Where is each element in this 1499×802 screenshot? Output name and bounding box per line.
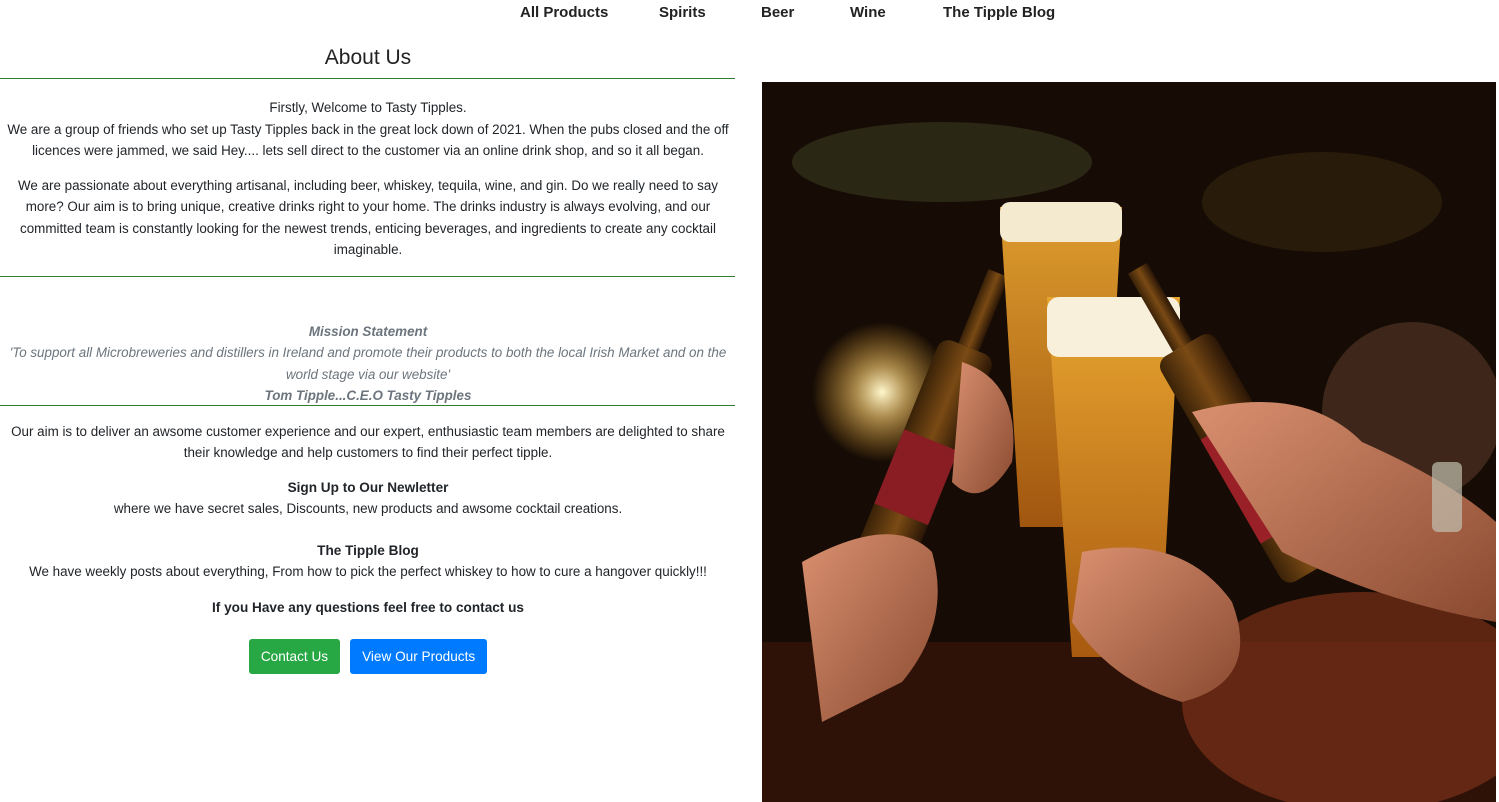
cheers-photo <box>762 82 1496 802</box>
mission-quote: 'To support all Microbreweries and disti… <box>9 345 727 382</box>
newsletter-heading: Sign Up to Our Newletter <box>287 479 449 495</box>
nav-beer[interactable]: Beer <box>761 4 794 21</box>
about-section: About Us Firstly, Welcome to Tasty Tippl… <box>0 40 736 674</box>
page-title: About Us <box>324 46 412 69</box>
blog-heading: The Tipple Blog <box>317 542 419 558</box>
nav-spirits[interactable]: Spirits <box>659 4 706 21</box>
welcome-text: Firstly, Welcome to Tasty Tipples. <box>269 100 467 115</box>
cheers-illustration <box>762 82 1496 802</box>
nav-tipple-blog[interactable]: The Tipple Blog <box>943 4 1055 21</box>
nav-all-products[interactable]: All Products <box>520 4 608 21</box>
blog-text: We have weekly posts about everything, F… <box>29 564 707 579</box>
button-row: Contact Us View Our Products <box>0 639 736 674</box>
nav-wine[interactable]: Wine <box>850 4 886 21</box>
aim-block: Our aim is to deliver an awsome customer… <box>0 406 736 619</box>
intro-block: Firstly, Welcome to Tasty Tipples. We ar… <box>0 79 736 276</box>
intro-text: We are a group of friends who set up Tas… <box>7 121 729 159</box>
newsletter-text: where we have secret sales, Discounts, n… <box>113 501 623 516</box>
contact-prompt: If you Have any questions feel free to c… <box>212 599 524 615</box>
passion-text: We are passionate about everything artis… <box>18 177 718 258</box>
aim-text: Our aim is to deliver an awsome customer… <box>11 423 725 461</box>
contact-us-button[interactable]: Contact Us <box>248 639 341 674</box>
mission-author: Tom Tipple...C.E.O Tasty Tipples <box>264 388 472 403</box>
mission-heading: Mission Statement <box>308 323 428 339</box>
main-nav: All Products Spirits Beer Wine The Tippl… <box>0 0 1499 28</box>
view-products-button[interactable]: View Our Products <box>350 639 488 674</box>
mission-statement: Mission Statement 'To support all Microb… <box>0 277 736 405</box>
